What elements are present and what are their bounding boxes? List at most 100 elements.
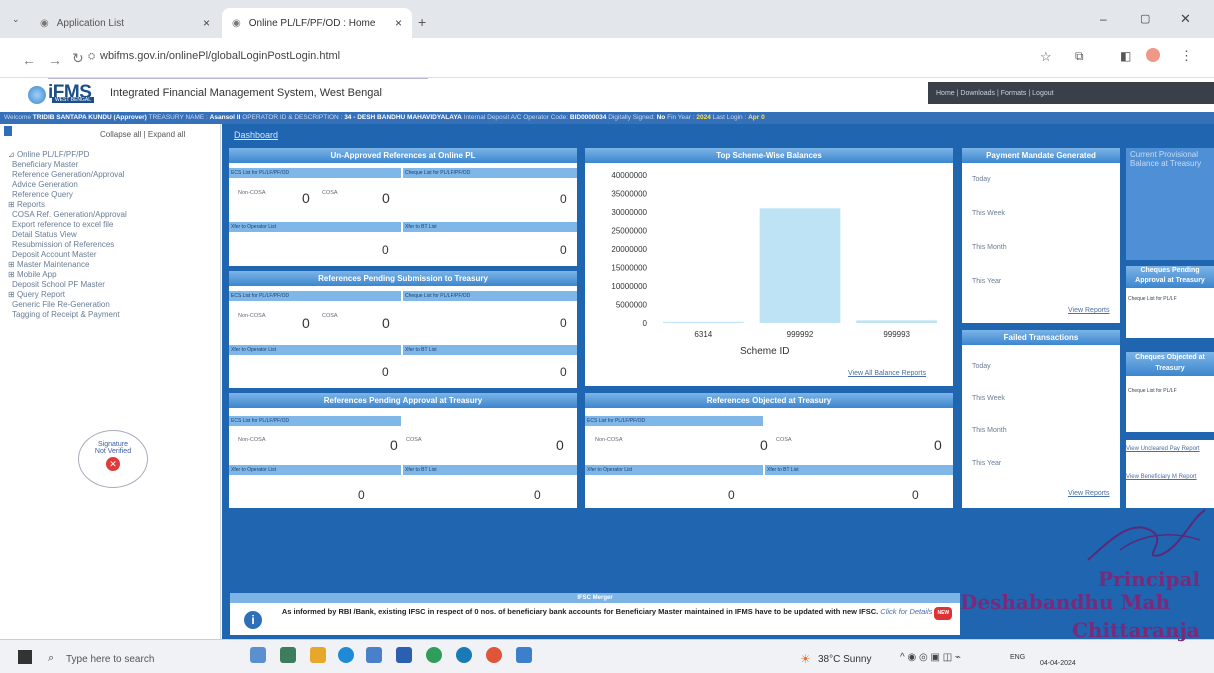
sidebar-item-reference-query[interactable]: Reference Query: [12, 190, 73, 199]
close-window-icon[interactable]: ✕: [1180, 11, 1191, 27]
bar-999992[interactable]: [759, 208, 841, 323]
tab-online-pl-home[interactable]: ◉ Online PL/LF/PF/OD : Home ×: [222, 8, 412, 38]
maximize-icon[interactable]: ▢: [1140, 12, 1150, 25]
chrome-icon[interactable]: [486, 647, 502, 663]
sidepanel-icon[interactable]: ◧: [1120, 49, 1131, 63]
beneficiary-master-link[interactable]: View Beneficiary M Report: [1126, 474, 1214, 480]
windows-start-icon[interactable]: [18, 650, 32, 664]
xfer-operator-link[interactable]: Xfer to Operator List: [229, 465, 401, 475]
ecs-list-link[interactable]: ECS List for PL/LF/PF/OD: [229, 291, 401, 301]
taskbar-search-input[interactable]: Type here to search: [66, 654, 154, 665]
view-balance-reports-link[interactable]: View All Balance Reports: [848, 370, 926, 377]
whatsapp-icon[interactable]: [456, 647, 472, 663]
bar-999993[interactable]: [856, 320, 937, 323]
noncosa-count[interactable]: 0: [302, 315, 310, 331]
task-view-icon[interactable]: [250, 647, 266, 663]
folder-icon[interactable]: [310, 647, 326, 663]
sidebar-item-mobile-app[interactable]: ⊞ Mobile App: [8, 270, 57, 279]
new-tab-button[interactable]: +: [418, 14, 426, 30]
reload-icon[interactable]: ↻: [72, 50, 84, 67]
sidebar-toggle[interactable]: [4, 126, 12, 136]
url-field[interactable]: wbifms.gov.in/onlinePl/globalLoginPostLo…: [100, 50, 340, 62]
sidebar-item-advice-generation[interactable]: Advice Generation: [12, 180, 78, 189]
xfer-operator-count[interactable]: 0: [728, 488, 735, 502]
xfer-operator-link[interactable]: Xfer to Operator List: [229, 345, 401, 355]
bar-6314[interactable]: [663, 321, 744, 323]
cosa-count[interactable]: 0: [382, 315, 390, 331]
close-icon[interactable]: ×: [203, 16, 210, 30]
formats-link[interactable]: Formats: [1001, 90, 1027, 97]
cheque-count[interactable]: 0: [560, 316, 567, 330]
app-icon-2[interactable]: [516, 647, 532, 663]
menu-icon[interactable]: ⋮: [1180, 48, 1193, 64]
xfer-bt-count[interactable]: 0: [534, 488, 541, 502]
noncosa-count[interactable]: 0: [302, 190, 310, 206]
xfer-bt-count[interactable]: 0: [912, 488, 919, 502]
weather-text[interactable]: 38°C Sunny: [818, 654, 871, 665]
xfer-bt-count[interactable]: 0: [560, 365, 567, 379]
ecs-list-link[interactable]: ECS List for PL/LF/PF/OD: [229, 168, 401, 178]
chevron-down-icon[interactable]: ⌄: [12, 14, 20, 25]
ifsc-details-link[interactable]: Click for Details: [880, 607, 932, 616]
sidebar-item-cosa-ref[interactable]: COSA Ref. Generation/Approval: [12, 210, 127, 219]
downloads-link[interactable]: Downloads: [960, 90, 995, 97]
sidebar-item-reference-generation[interactable]: Reference Generation/Approval: [12, 170, 125, 179]
noncosa-count[interactable]: 0: [390, 437, 398, 453]
store-icon[interactable]: [366, 647, 382, 663]
cosa-count[interactable]: 0: [934, 437, 942, 453]
sidebar-item-master-maintenance[interactable]: ⊞ Master Maintenance: [8, 260, 89, 269]
xfer-bt-count[interactable]: 0: [560, 243, 567, 257]
xfer-bt-link[interactable]: Xfer to BT List: [403, 465, 577, 475]
cosa-count[interactable]: 0: [382, 190, 390, 206]
noncosa-count[interactable]: 0: [760, 437, 768, 453]
cheques-pending-link[interactable]: Cheque List for PL/LF: [1128, 296, 1177, 302]
xfer-bt-link[interactable]: Xfer to BT List: [403, 222, 577, 232]
extensions-icon[interactable]: ⧉: [1075, 49, 1084, 64]
back-icon[interactable]: ←: [22, 52, 36, 68]
cosa-count[interactable]: 0: [556, 437, 564, 453]
ecs-list-link[interactable]: ECS List for PL/LF/PF/OD: [585, 416, 763, 426]
sidebar-item-export[interactable]: Export reference to excel file: [12, 220, 113, 229]
app-icon[interactable]: [280, 647, 296, 663]
sidebar-item-deposit-master[interactable]: Deposit Account Master: [12, 250, 96, 259]
forward-icon[interactable]: →: [48, 52, 62, 68]
sidebar-item-tagging[interactable]: Tagging of Receipt & Payment: [12, 310, 120, 319]
collapse-all-link[interactable]: Collapse all: [100, 130, 141, 139]
pm-view-reports-link[interactable]: View Reports: [1068, 307, 1110, 314]
sidebar-item-reports[interactable]: ⊞ Reports: [8, 200, 45, 209]
ecs-list-link[interactable]: ECS List for PL/LF/PF/OD: [229, 416, 401, 426]
cheque-list-link[interactable]: Cheque List for PL/LF/PF/OD: [403, 291, 577, 301]
xfer-bt-link[interactable]: Xfer to BT List: [765, 465, 953, 475]
tab-dashboard[interactable]: Dashboard: [234, 130, 278, 140]
minimize-icon[interactable]: –: [1100, 12, 1107, 26]
tab-application-list[interactable]: ◉ Application List ×: [30, 8, 220, 38]
sidebar-item-query-report[interactable]: ⊞ Query Report: [8, 290, 65, 299]
xfer-bt-link[interactable]: Xfer to BT List: [403, 345, 577, 355]
mail-icon[interactable]: [396, 647, 412, 663]
profile-avatar[interactable]: [1146, 48, 1160, 62]
sidebar-item-online-pl[interactable]: ⊿ Online PL/LF/PF/PD: [8, 150, 89, 159]
cheque-count[interactable]: 0: [560, 192, 567, 206]
sidebar-item-beneficiary-master[interactable]: Beneficiary Master: [12, 160, 78, 169]
uncleared-payment-link[interactable]: View Uncleared Pay Report: [1126, 446, 1214, 452]
edge-icon[interactable]: [338, 647, 354, 663]
site-info-icon[interactable]: ⛭: [88, 51, 95, 62]
cheque-list-link[interactable]: Cheque List for PL/LF/PF/OD: [403, 168, 577, 178]
sidebar-item-resubmission[interactable]: Resubmission of References: [12, 240, 114, 249]
xfer-operator-count[interactable]: 0: [382, 243, 389, 257]
ft-view-reports-link[interactable]: View Reports: [1068, 490, 1110, 497]
xfer-operator-count[interactable]: 0: [382, 365, 389, 379]
star-icon[interactable]: ☆: [1040, 49, 1052, 65]
expand-all-link[interactable]: Expand all: [148, 130, 185, 139]
close-icon[interactable]: ×: [395, 16, 402, 30]
logout-link[interactable]: Logout: [1032, 90, 1053, 97]
sidebar-item-generic-file[interactable]: Generic File Re-Generation: [12, 300, 110, 309]
xfer-operator-link[interactable]: Xfer to Operator List: [229, 222, 401, 232]
xfer-operator-count[interactable]: 0: [358, 488, 365, 502]
xfer-operator-link[interactable]: Xfer to Operator List: [585, 465, 763, 475]
sidebar-item-school-pf[interactable]: Deposit School PF Master: [12, 280, 105, 289]
tray-icons[interactable]: ^ ◉ ◎ ▣ ◫ ⌁: [900, 652, 961, 663]
language-indicator[interactable]: ENG: [1010, 654, 1025, 661]
cheques-objected-link[interactable]: Cheque List for PL/LF: [1128, 388, 1177, 394]
sidebar-item-detail-status[interactable]: Detail Status View: [12, 230, 77, 239]
